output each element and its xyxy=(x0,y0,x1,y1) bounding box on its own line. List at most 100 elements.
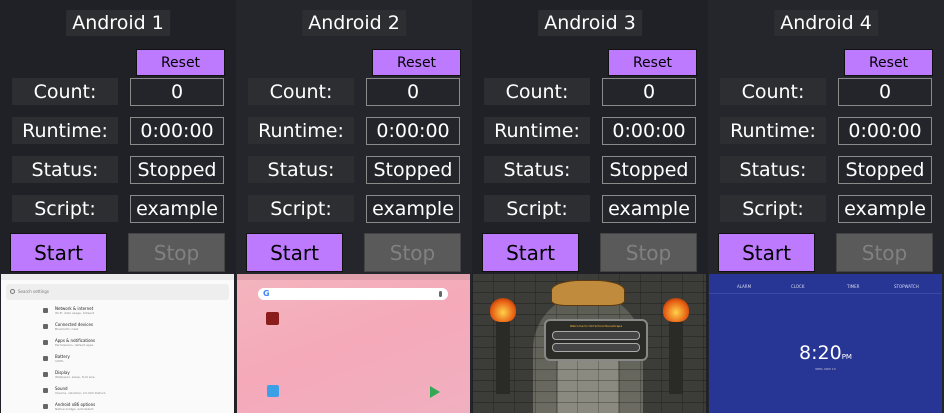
search-icon xyxy=(10,289,15,294)
device-screen-home[interactable]: G xyxy=(237,274,470,413)
settings-item-android-x86[interactable]: Android x86 options Native bridge, autode… xyxy=(1,400,234,413)
clock-time: 8:20PM xyxy=(709,342,942,364)
torch-right xyxy=(669,314,683,394)
script-label: Script: xyxy=(720,195,826,222)
google-signin-button[interactable] xyxy=(552,331,640,340)
status-value: Stopped xyxy=(602,156,696,184)
settings-item-sound[interactable]: Sound Volume, vibration, Do Not Disturb xyxy=(1,384,234,400)
google-search-bar[interactable]: G xyxy=(258,288,448,300)
game-logo xyxy=(551,280,625,306)
status-label: Status: xyxy=(720,156,826,183)
count-value: 0 xyxy=(838,78,932,106)
stop-button: Stop xyxy=(600,233,697,272)
device-title: Android 2 xyxy=(302,10,406,36)
runtime-value: 0:00:00 xyxy=(366,117,460,145)
settings-item-subtitle: Bluetooth, Cast xyxy=(55,327,79,331)
tab-timer[interactable]: TIMER xyxy=(847,284,859,289)
script-value[interactable]: example xyxy=(838,195,932,223)
sound-icon xyxy=(43,388,48,393)
stop-button: Stop xyxy=(364,233,461,272)
devices-icon xyxy=(43,324,48,329)
flame-icon xyxy=(490,298,516,322)
device-screen-settings[interactable]: Search settings Network & internet Wi-Fi,… xyxy=(1,274,234,413)
display-icon xyxy=(43,372,48,377)
settings-search-input[interactable]: Search settings xyxy=(6,284,229,300)
device-title: Android 4 xyxy=(774,10,878,36)
count-label: Count: xyxy=(12,78,118,105)
mic-icon[interactable] xyxy=(439,291,442,297)
device-panel-2: Android 2 Reset Count: 0 Runtime: 0:00:0… xyxy=(236,0,472,413)
runtime-value: 0:00:00 xyxy=(838,117,932,145)
script-value[interactable]: example xyxy=(602,195,696,223)
contacts-app-icon[interactable] xyxy=(267,385,279,397)
start-button[interactable]: Start xyxy=(718,233,815,272)
count-value: 0 xyxy=(130,78,224,106)
email-signin-button[interactable] xyxy=(552,343,640,352)
start-button[interactable]: Start xyxy=(482,233,579,272)
stop-button: Stop xyxy=(128,233,225,272)
runtime-label: Runtime: xyxy=(248,117,354,144)
tab-alarm[interactable]: ALARM xyxy=(737,284,751,289)
reset-button[interactable]: Reset xyxy=(136,49,225,76)
settings-item-title: Apps & notifications xyxy=(55,338,96,343)
status-bar xyxy=(1,274,234,280)
flame-icon xyxy=(663,298,689,322)
status-value: Stopped xyxy=(366,156,460,184)
script-label: Script: xyxy=(12,195,118,222)
reset-button[interactable]: Reset xyxy=(844,49,933,76)
count-value: 0 xyxy=(366,78,460,106)
settings-item-title: Battery xyxy=(55,354,70,359)
settings-item-subtitle: Volume, vibration, Do Not Disturb xyxy=(55,391,106,395)
count-label: Count: xyxy=(484,78,590,105)
device-panel-4: Android 4 Reset Count: 0 Runtime: 0:00:0… xyxy=(708,0,944,413)
settings-search-placeholder: Search settings xyxy=(18,289,49,294)
device-screen-game[interactable]: Welcome to Old School RuneScape xyxy=(473,274,706,413)
device-panel-1: Android 1 Reset Count: 0 Runtime: 0:00:0… xyxy=(0,0,236,413)
apps-icon xyxy=(43,340,48,345)
settings-item-title: Network & internet xyxy=(55,306,94,311)
login-dialog: Welcome to Old School RuneScape xyxy=(544,319,648,361)
settings-item-display[interactable]: Display Wallpaper, sleep, font size xyxy=(1,368,234,384)
device-screen-clock[interactable]: ALARM CLOCK TIMER STOPWATCH 8:20PM WED, … xyxy=(709,274,942,413)
welcome-text: Welcome to Old School RuneScape xyxy=(569,324,623,328)
torch-left xyxy=(496,314,510,394)
count-label: Count: xyxy=(248,78,354,105)
settings-item-subtitle: Wi-Fi, data usage, hotspot xyxy=(55,311,95,315)
tab-divider xyxy=(709,293,942,294)
status-value: Stopped xyxy=(130,156,224,184)
settings-item-battery[interactable]: Battery 100% xyxy=(1,352,234,368)
device-panel-3: Android 3 Reset Count: 0 Runtime: 0:00:0… xyxy=(472,0,708,413)
status-value: Stopped xyxy=(838,156,932,184)
script-label: Script: xyxy=(248,195,354,222)
runtime-label: Runtime: xyxy=(484,117,590,144)
runtime-label: Runtime: xyxy=(720,117,826,144)
script-label: Script: xyxy=(484,195,590,222)
stop-button: Stop xyxy=(836,233,933,272)
play-store-icon[interactable] xyxy=(430,386,440,398)
battery-icon xyxy=(43,356,48,361)
status-bar xyxy=(237,274,470,280)
device-grid: Android 1 Reset Count: 0 Runtime: 0:00:0… xyxy=(0,0,944,413)
settings-item-network[interactable]: Network & internet Wi-Fi, data usage, hot… xyxy=(1,304,234,320)
start-button[interactable]: Start xyxy=(246,233,343,272)
runtime-value: 0:00:00 xyxy=(602,117,696,145)
script-value[interactable]: example xyxy=(366,195,460,223)
status-label: Status: xyxy=(484,156,590,183)
status-label: Status: xyxy=(12,156,118,183)
reset-button[interactable]: Reset xyxy=(608,49,697,76)
device-title: Android 1 xyxy=(66,10,170,36)
clock-ampm: PM xyxy=(841,353,852,361)
script-value[interactable]: example xyxy=(130,195,224,223)
settings-item-title: Display xyxy=(55,370,70,375)
settings-item-devices[interactable]: Connected devices Bluetooth, Cast xyxy=(1,320,234,336)
clock-date: WED, NOV 13 xyxy=(815,367,836,371)
tab-stopwatch[interactable]: STOPWATCH xyxy=(894,284,919,289)
tab-clock[interactable]: CLOCK xyxy=(791,284,804,289)
reset-button[interactable]: Reset xyxy=(372,49,461,76)
status-bar xyxy=(709,274,942,282)
game-app-icon[interactable] xyxy=(266,312,279,325)
count-label: Count: xyxy=(720,78,826,105)
start-button[interactable]: Start xyxy=(10,233,107,272)
settings-item-apps[interactable]: Apps & notifications Permissions, default… xyxy=(1,336,234,352)
clock-time-value: 8:20 xyxy=(799,342,842,364)
